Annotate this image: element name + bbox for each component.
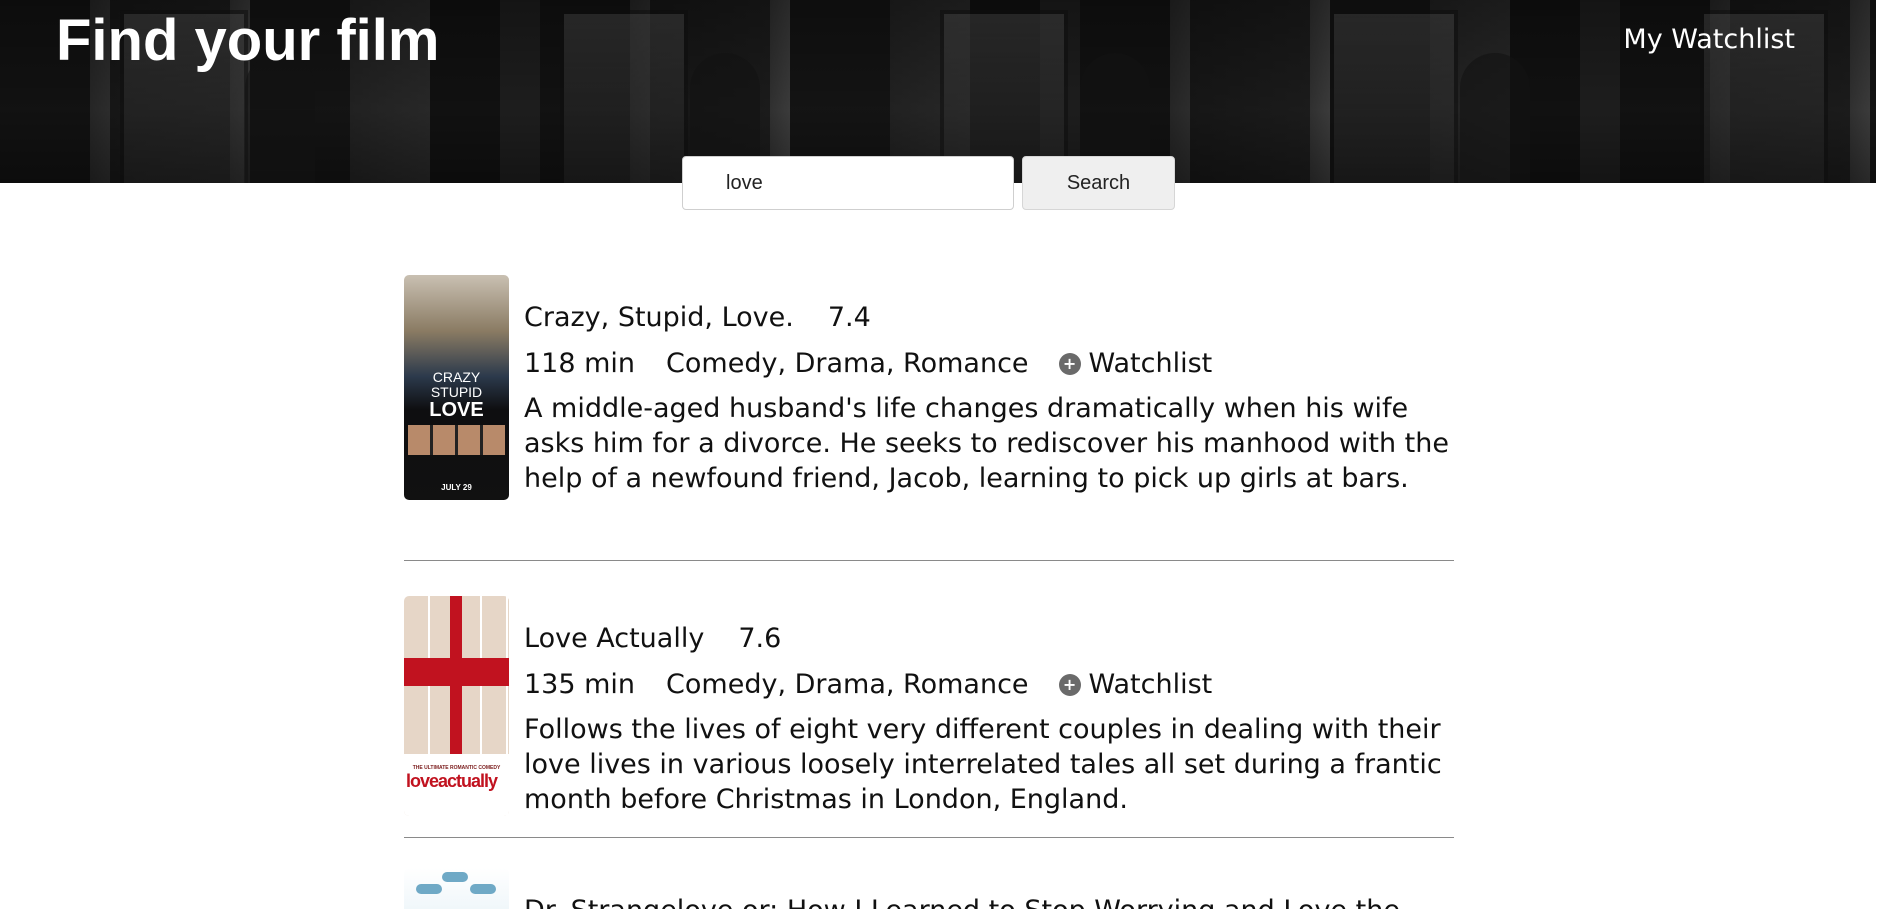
film-info: Dr. Strangelove or: How I Learned to Sto… [524,868,1454,909]
hero-figure [1460,53,1530,183]
site-title: Find your film [56,8,440,73]
film-title: Crazy, Stupid, Love. [524,302,794,333]
search-button[interactable]: Search [1022,156,1175,210]
film-runtime: 135 min [524,669,636,700]
film-card: THE ULTIMATE ROMANTIC COMEDY loveactuall… [404,596,1454,838]
film-title: Dr. Strangelove or: How I Learned to Sto… [524,895,1400,909]
film-info: Love Actually 7.6 135 min Comedy, Drama, … [524,596,1464,817]
film-genres: Comedy, Drama, Romance [666,348,1029,379]
film-genres: Comedy, Drama, Romance [666,669,1029,700]
poster-text: STUPID [430,384,483,400]
plus-circle-icon: + [1058,353,1081,375]
film-poster: THE ULTIMATE ROMANTIC COMEDY loveactuall… [404,596,509,816]
film-title: Love Actually [524,623,705,654]
film-poster [404,868,509,909]
film-card: CRAZY STUPID LOVE JULY 29 Crazy, Stupid,… [404,275,1454,561]
add-to-watchlist-button[interactable]: + Watchlist [1058,339,1213,389]
poster-plane [442,872,468,882]
film-title-row: Love Actually 7.6 [524,618,1464,660]
film-card: Dr. Strangelove or: How I Learned to Sto… [404,868,1454,909]
film-title-row: Crazy, Stupid, Love. 7.4 [524,297,1464,339]
hero-frame [560,10,688,183]
film-runtime: 118 min [524,348,636,379]
film-meta-row: 135 min Comedy, Drama, Romance + Watchli… [524,660,1464,710]
add-to-watchlist-button[interactable]: + Watchlist [1058,660,1213,710]
watchlist-label: Watchlist [1088,669,1213,700]
my-watchlist-link[interactable]: My Watchlist [1623,20,1795,60]
film-plot: A middle-aged husband's life changes dra… [524,393,1449,494]
poster-cast-strip [408,425,505,455]
film-info: Crazy, Stupid, Love. 7.4 118 min Comedy, … [524,275,1464,496]
poster-text: LOVE [429,399,484,421]
poster-text: loveactually [406,771,498,791]
film-rating: 7.4 [827,302,871,333]
film-rating: 7.6 [738,623,782,654]
poster-text: CRAZY [432,369,481,385]
film-poster: CRAZY STUPID LOVE JULY 29 [404,275,509,500]
poster-text: JULY 29 [441,483,472,492]
hero-frame [1330,10,1458,183]
film-plot: Follows the lives of eight very differen… [524,714,1442,815]
search-input[interactable] [682,156,1014,210]
poster-plane [470,884,496,894]
poster-plane [416,884,442,894]
plus-circle-icon: + [1058,674,1081,696]
film-title-row: Dr. Strangelove or: How I Learned to Sto… [524,890,1454,909]
results-list: CRAZY STUPID LOVE JULY 29 Crazy, Stupid,… [404,275,1454,909]
film-meta-row: 118 min Comedy, Drama, Romance + Watchli… [524,339,1464,389]
page: Find your film My Watchlist Search CRAZY… [0,0,1882,909]
search-bar: Search [682,156,1175,210]
watchlist-label: Watchlist [1088,348,1213,379]
